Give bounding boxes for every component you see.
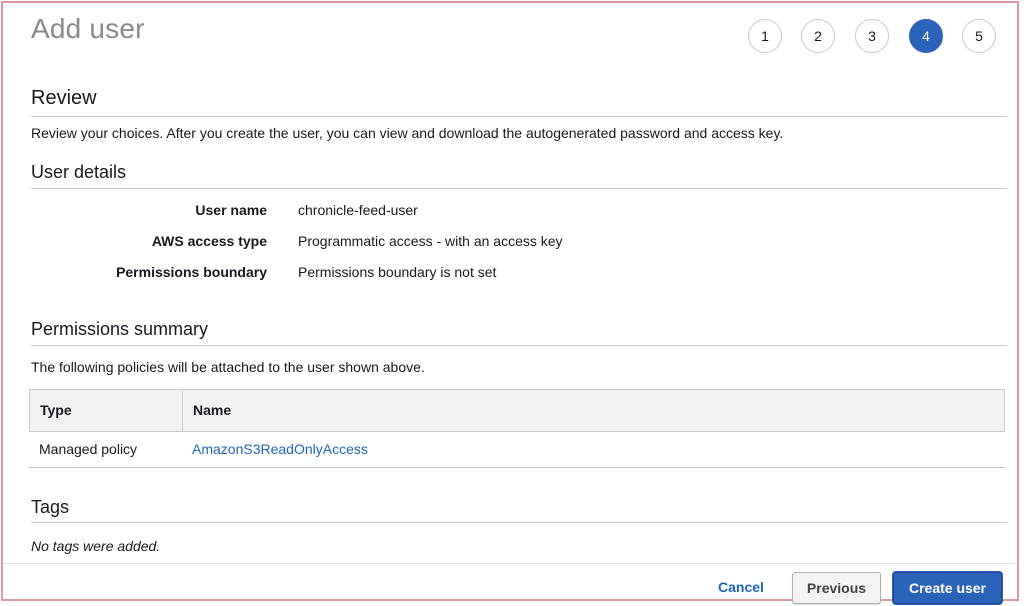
access-type-label: AWS access type xyxy=(151,233,267,249)
permissions-boundary-label: Permissions boundary xyxy=(116,264,267,280)
column-header-type[interactable]: Type xyxy=(30,390,182,431)
policy-name-link[interactable]: AmazonS3ReadOnlyAccess xyxy=(192,432,368,467)
create-user-button[interactable]: Create user xyxy=(893,572,1002,604)
footer-divider xyxy=(3,563,1017,564)
step-3[interactable]: 3 xyxy=(855,19,889,53)
divider xyxy=(31,345,1007,346)
tags-title: Tags xyxy=(31,497,70,517)
cancel-button[interactable]: Cancel xyxy=(706,573,776,601)
permissions-summary-description: The following policies will be attached … xyxy=(31,359,425,375)
policy-link[interactable]: AmazonS3ReadOnlyAccess xyxy=(192,441,368,457)
column-header-name[interactable]: Name xyxy=(182,390,993,431)
no-tags-text: No tags were added. xyxy=(31,538,161,554)
user-details-title: User details xyxy=(31,162,127,182)
divider xyxy=(31,188,1007,189)
user-name-value: chronicle-feed-user xyxy=(298,202,418,218)
dialog-frame: Add user 1 2 3 4 5 Review Review your ch… xyxy=(1,1,1019,604)
review-title: Review xyxy=(31,87,97,109)
review-description: Review your choices. After you create th… xyxy=(31,125,784,141)
step-2[interactable]: 2 xyxy=(801,19,835,53)
step-1[interactable]: 1 xyxy=(748,19,782,53)
divider xyxy=(31,522,1007,523)
previous-button[interactable]: Previous xyxy=(792,572,881,604)
policy-type-cell: Managed policy xyxy=(39,441,138,457)
divider xyxy=(31,116,1007,117)
table-header: Type Name xyxy=(29,389,1005,432)
permissions-summary-title: Permissions summary xyxy=(31,319,209,339)
permissions-boundary-value: Permissions boundary is not set xyxy=(298,264,497,280)
step-4[interactable]: 4 xyxy=(909,19,943,53)
page-title: Add user xyxy=(31,13,145,44)
user-name-label: User name xyxy=(195,202,267,218)
policies-table: Type Name Managed policy AmazonS3ReadOnl… xyxy=(29,389,1005,468)
step-5[interactable]: 5 xyxy=(962,19,996,53)
table-row: Managed policy AmazonS3ReadOnlyAccess xyxy=(29,432,1005,468)
access-type-value: Programmatic access - with an access key xyxy=(298,233,563,249)
